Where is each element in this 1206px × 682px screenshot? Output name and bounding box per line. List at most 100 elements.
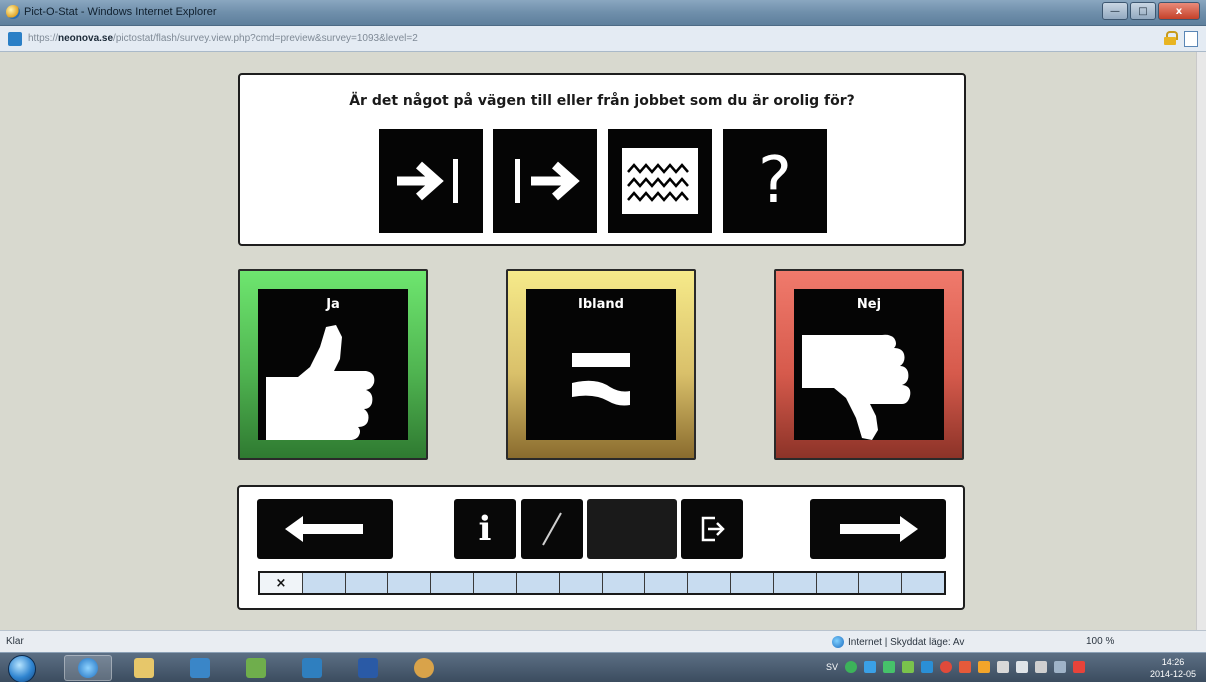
ie-app-icon (6, 5, 20, 19)
info-button[interactable]: i (454, 499, 516, 559)
bar-to-arrow-icon (493, 129, 597, 233)
progress-cell (603, 573, 646, 593)
bluetooth-icon[interactable] (864, 661, 877, 673)
security-zone-label: Internet | Skyddat läge: Av (848, 636, 965, 648)
minimize-button[interactable]: — (1102, 2, 1128, 20)
progress-cell (645, 573, 689, 593)
ie-icon (78, 658, 98, 678)
pen-button[interactable] (521, 499, 583, 559)
arrow-right-icon (840, 516, 918, 542)
progress-cell (346, 573, 389, 593)
thumbs-up-icon (266, 325, 375, 440)
zoom-level[interactable]: 100 % (1086, 636, 1114, 647)
vertical-scrollbar[interactable] (1196, 52, 1206, 630)
cloud-icon[interactable] (921, 661, 934, 673)
language-indicator[interactable]: SV (826, 662, 838, 672)
address-bar[interactable]: https://neonova.se/pictostat/flash/surve… (0, 26, 1206, 52)
taskbar-app[interactable] (232, 655, 280, 681)
question-text: Är det något på vägen till eller från jo… (349, 93, 855, 109)
taskbar-explorer[interactable] (120, 655, 168, 681)
approximately-equal-icon (572, 353, 630, 406)
app-tray-icon[interactable] (902, 661, 915, 673)
answer-sometimes-label: Ibland (578, 297, 624, 312)
progress-cell (303, 573, 346, 593)
url-path: /pictostat/flash/survey.view.php?cmd=pre… (113, 33, 418, 44)
antivirus-icon[interactable] (940, 661, 953, 673)
system-tray: SV (826, 661, 1086, 673)
clock-date: 2014-12-05 (1149, 669, 1196, 679)
clock-time: 14:26 (1161, 657, 1185, 667)
status-bar: Klar Internet | Skyddat läge: Av 100 % (0, 630, 1206, 652)
globe-icon (832, 636, 844, 648)
question-mark-icon: ? (723, 129, 827, 233)
progress-cell (774, 573, 817, 593)
taskbar-media-player[interactable] (176, 655, 224, 681)
answer-sometimes-tile: Ibland (526, 289, 676, 440)
taskbar-word[interactable] (344, 655, 392, 681)
media-player-icon (190, 658, 210, 678)
start-button[interactable] (8, 655, 36, 682)
lync-icon (302, 658, 322, 678)
progress-cell (517, 573, 560, 593)
sync-icon[interactable] (845, 661, 858, 673)
progress-cell (859, 573, 903, 593)
exit-button[interactable] (681, 499, 743, 559)
clock[interactable]: 14:26 2014-12-05 (1150, 656, 1196, 680)
device-icon[interactable] (1035, 661, 1048, 673)
power-icon[interactable] (978, 661, 991, 673)
site-favicon-icon (8, 32, 22, 46)
answer-yes-button[interactable]: Ja (238, 269, 428, 460)
question-panel: Är det något på vägen till eller från jo… (238, 73, 966, 246)
close-button[interactable]: x (1158, 2, 1200, 20)
water-waves-icon (608, 129, 712, 233)
progress-cell (688, 573, 731, 593)
progress-cell (902, 573, 944, 593)
window-controls: — □ x (1102, 2, 1200, 20)
navigation-panel: i × (237, 485, 965, 610)
url-host: neonova.se (58, 33, 114, 44)
taskbar-ie[interactable] (64, 655, 112, 681)
thumbs-down-icon (802, 334, 911, 440)
answer-sometimes-button[interactable]: Ibland (506, 269, 696, 460)
url-prefix: https:// (28, 33, 59, 44)
progress-cell (560, 573, 603, 593)
answer-no-label: Nej (856, 297, 882, 312)
previous-button[interactable] (257, 499, 393, 559)
security-zone[interactable]: Internet | Skyddat läge: Av (832, 636, 964, 648)
address-url[interactable]: https://neonova.se/pictostat/flash/surve… (28, 33, 418, 44)
flag-icon[interactable] (1016, 661, 1029, 673)
chat-icon[interactable] (883, 661, 896, 673)
app-icon (246, 658, 266, 678)
taskbar-paint[interactable] (400, 655, 448, 681)
progress-bar: × (258, 571, 946, 595)
answer-no-button[interactable]: Nej (774, 269, 964, 460)
answer-no-tile: Nej (794, 289, 944, 440)
signal-icon[interactable] (1054, 661, 1067, 673)
folder-icon (134, 658, 154, 678)
volume-icon[interactable] (1073, 661, 1086, 673)
next-button[interactable] (810, 499, 946, 559)
alert-icon[interactable] (959, 661, 972, 673)
display-icon[interactable] (997, 661, 1010, 673)
arrow-to-bar-icon (379, 129, 483, 233)
windows-taskbar: SV 14:26 2014-12-05 (0, 652, 1206, 682)
answer-yes-tile: Ja (258, 289, 408, 440)
window-title: Pict-O-Stat - Windows Internet Explorer (24, 6, 217, 18)
slash-icon (542, 512, 562, 546)
status-text: Klar (6, 636, 24, 647)
compatibility-view-icon[interactable] (1184, 31, 1198, 47)
progress-cell (731, 573, 774, 593)
arrow-left-icon (285, 516, 363, 542)
progress-cell (817, 573, 860, 593)
lock-icon[interactable] (1164, 31, 1178, 45)
progress-cell (474, 573, 517, 593)
progress-cell: × (260, 573, 303, 593)
blank-button[interactable] (587, 499, 677, 559)
paint-icon (414, 658, 434, 678)
progress-cell (431, 573, 475, 593)
answer-yes-label: Ja (326, 297, 340, 312)
taskbar-lync[interactable] (288, 655, 336, 681)
word-icon (358, 658, 378, 678)
progress-cell (388, 573, 432, 593)
maximize-button[interactable]: □ (1130, 2, 1156, 20)
